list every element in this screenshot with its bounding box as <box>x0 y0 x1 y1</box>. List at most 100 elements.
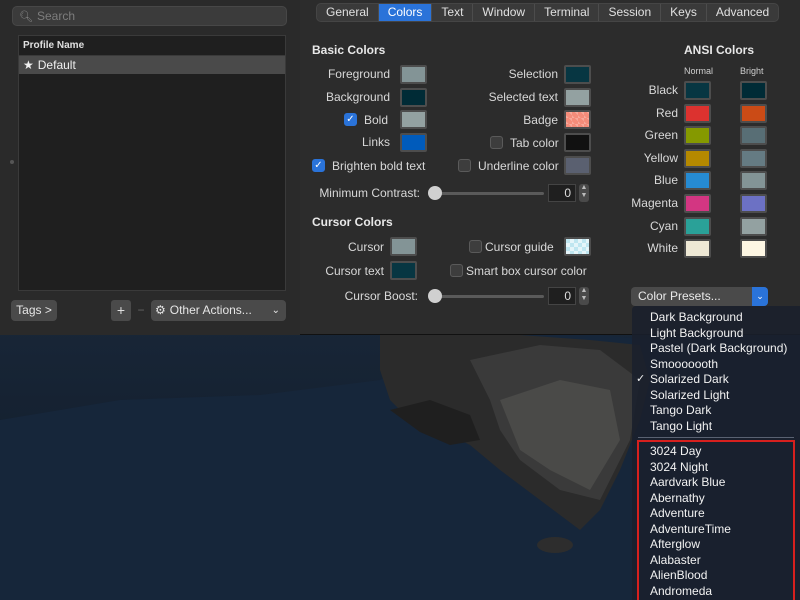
underline-color-swatch[interactable] <box>564 156 591 175</box>
gear-icon: ⚙ <box>155 303 166 317</box>
tab-color-checkbox[interactable] <box>490 136 503 149</box>
underline-color-label: Underline color <box>478 159 559 173</box>
preset-menu-item[interactable]: Tango Dark <box>650 403 711 418</box>
ansi-blue-normal-swatch[interactable] <box>684 171 711 190</box>
minimum-contrast-slider[interactable] <box>430 192 544 195</box>
imported-presets-highlight-box <box>637 440 795 600</box>
background-label: Background <box>325 90 390 104</box>
search-icon: 🔍︎ <box>19 10 33 23</box>
ansi-magenta-normal-swatch[interactable] <box>684 194 711 213</box>
ansi-green-bright-swatch[interactable] <box>740 126 767 145</box>
ansi-black-bright-swatch[interactable] <box>740 81 767 100</box>
ansi-red-bright-swatch[interactable] <box>740 104 767 123</box>
ansi-label-magenta: Magenta <box>631 196 678 210</box>
ansi-cyan-normal-swatch[interactable] <box>684 217 711 236</box>
foreground-swatch[interactable] <box>400 65 427 84</box>
color-presets-button[interactable]: Color Presets... ⌄ <box>631 287 768 306</box>
ansi-green-normal-swatch[interactable] <box>684 126 711 145</box>
preset-menu-item[interactable]: Solarized Light <box>650 388 729 403</box>
splitter-handle[interactable] <box>10 160 14 164</box>
search-placeholder: Search <box>36 9 75 23</box>
search-input[interactable]: 🔍︎ Search <box>12 6 287 26</box>
other-actions-button[interactable]: ⚙ Other Actions... ⌄ <box>151 300 286 321</box>
minimum-contrast-value[interactable]: 0 <box>548 184 576 202</box>
bold-checkbox[interactable]: ✓ <box>344 113 357 126</box>
star-icon: ★ <box>23 58 34 72</box>
chevron-down-icon: ⌄ <box>271 305 280 316</box>
background-swatch[interactable] <box>400 88 427 107</box>
cursor-text-swatch[interactable] <box>390 261 417 280</box>
tab-color-swatch[interactable] <box>564 133 591 152</box>
remove-profile-button[interactable]: − <box>132 300 150 321</box>
preset-menu-item[interactable]: Smooooooth <box>650 357 718 372</box>
cursor-colors-title: Cursor Colors <box>312 215 393 229</box>
preset-menu-item[interactable]: Dark Background <box>650 310 743 325</box>
profile-name: Default <box>37 58 76 72</box>
cursor-guide-label: Cursor guide <box>485 240 554 254</box>
profile-name-column-header[interactable]: Profile Name <box>19 36 285 56</box>
ansi-label-black: Black <box>648 83 678 97</box>
foreground-label: Foreground <box>327 67 390 81</box>
selected-text-swatch[interactable] <box>564 88 591 107</box>
smart-box-cursor-label: Smart box cursor color <box>466 264 587 278</box>
preset-menu-item[interactable]: Pastel (Dark Background) <box>650 341 787 356</box>
ansi-white-bright-swatch[interactable] <box>740 239 767 258</box>
bold-swatch[interactable] <box>400 110 427 129</box>
ansi-colors-title: ANSI Colors <box>684 43 755 57</box>
settings-pane: General Colors Text Window Terminal Sess… <box>300 0 800 335</box>
ansi-black-normal-swatch[interactable] <box>684 81 711 100</box>
other-actions-label: Other Actions... <box>169 303 252 317</box>
profile-row-default[interactable]: ★ Default <box>19 56 285 74</box>
ansi-label-blue: Blue <box>653 173 678 187</box>
ansi-white-normal-swatch[interactable] <box>684 239 711 258</box>
tags-button[interactable]: Tags > <box>11 300 57 321</box>
underline-color-checkbox[interactable] <box>458 159 471 172</box>
selection-swatch[interactable] <box>564 65 591 84</box>
cursor-guide-swatch[interactable] <box>564 237 591 256</box>
profile-list: Profile Name ★ Default <box>18 35 286 291</box>
links-swatch[interactable] <box>400 133 427 152</box>
profiles-pane: 🔍︎ Search Profile Name ★ Default Tags > +… <box>0 0 300 335</box>
ansi-yellow-normal-swatch[interactable] <box>684 149 711 168</box>
cursor-text-label: Cursor text <box>325 264 384 278</box>
menu-separator <box>638 437 794 438</box>
cursor-boost-stepper[interactable]: ▲ ▼ <box>579 287 589 305</box>
smart-box-cursor-checkbox[interactable] <box>450 264 463 277</box>
selected-text-label: Selected text <box>488 90 558 104</box>
preset-menu-item[interactable]: Light Background <box>650 326 743 341</box>
cursor-swatch[interactable] <box>390 237 417 256</box>
ansi-label-white: White <box>647 241 678 255</box>
brighten-bold-checkbox[interactable]: ✓ <box>312 159 325 172</box>
ansi-blue-bright-swatch[interactable] <box>740 171 767 190</box>
minimum-contrast-label: Minimum Contrast: <box>319 186 420 200</box>
ansi-label-cyan: Cyan <box>649 219 678 233</box>
cursor-label: Cursor <box>347 240 384 254</box>
minimum-contrast-stepper[interactable]: ▲ ▼ <box>579 184 589 202</box>
checkmark-icon: ✓ <box>636 373 646 385</box>
cursor-boost-knob[interactable] <box>428 289 442 303</box>
badge-label: Badge <box>523 113 558 127</box>
ansi-red-normal-swatch[interactable] <box>684 104 711 123</box>
ansi-yellow-bright-swatch[interactable] <box>740 149 767 168</box>
tab-color-label: Tab color <box>510 136 559 150</box>
add-profile-button[interactable]: + <box>111 300 131 321</box>
colors-panel: Basic Colors Foreground Background ✓ Bol… <box>300 0 800 335</box>
ansi-bright-column-label: Bright <box>740 66 764 76</box>
badge-swatch[interactable] <box>564 110 591 129</box>
ansi-magenta-bright-swatch[interactable] <box>740 194 767 213</box>
brighten-bold-label: Brighten bold text <box>332 159 426 173</box>
selection-label: Selection <box>508 67 558 81</box>
ansi-label-green: Green <box>644 128 678 142</box>
cursor-boost-value[interactable]: 0 <box>548 287 576 305</box>
chevron-down-icon: ⌄ <box>752 287 768 306</box>
preset-menu-item[interactable]: Solarized Dark <box>650 372 729 387</box>
cursor-guide-checkbox[interactable] <box>469 240 482 253</box>
preset-menu-item[interactable]: Tango Light <box>650 419 712 434</box>
color-presets-label: Color Presets... <box>638 289 721 303</box>
ansi-cyan-bright-swatch[interactable] <box>740 217 767 236</box>
cursor-boost-label: Cursor Boost: <box>344 289 418 303</box>
basic-colors-title: Basic Colors <box>312 43 386 57</box>
minimum-contrast-knob[interactable] <box>428 186 442 200</box>
ansi-normal-column-label: Normal <box>684 66 714 76</box>
cursor-boost-slider[interactable] <box>430 295 544 298</box>
